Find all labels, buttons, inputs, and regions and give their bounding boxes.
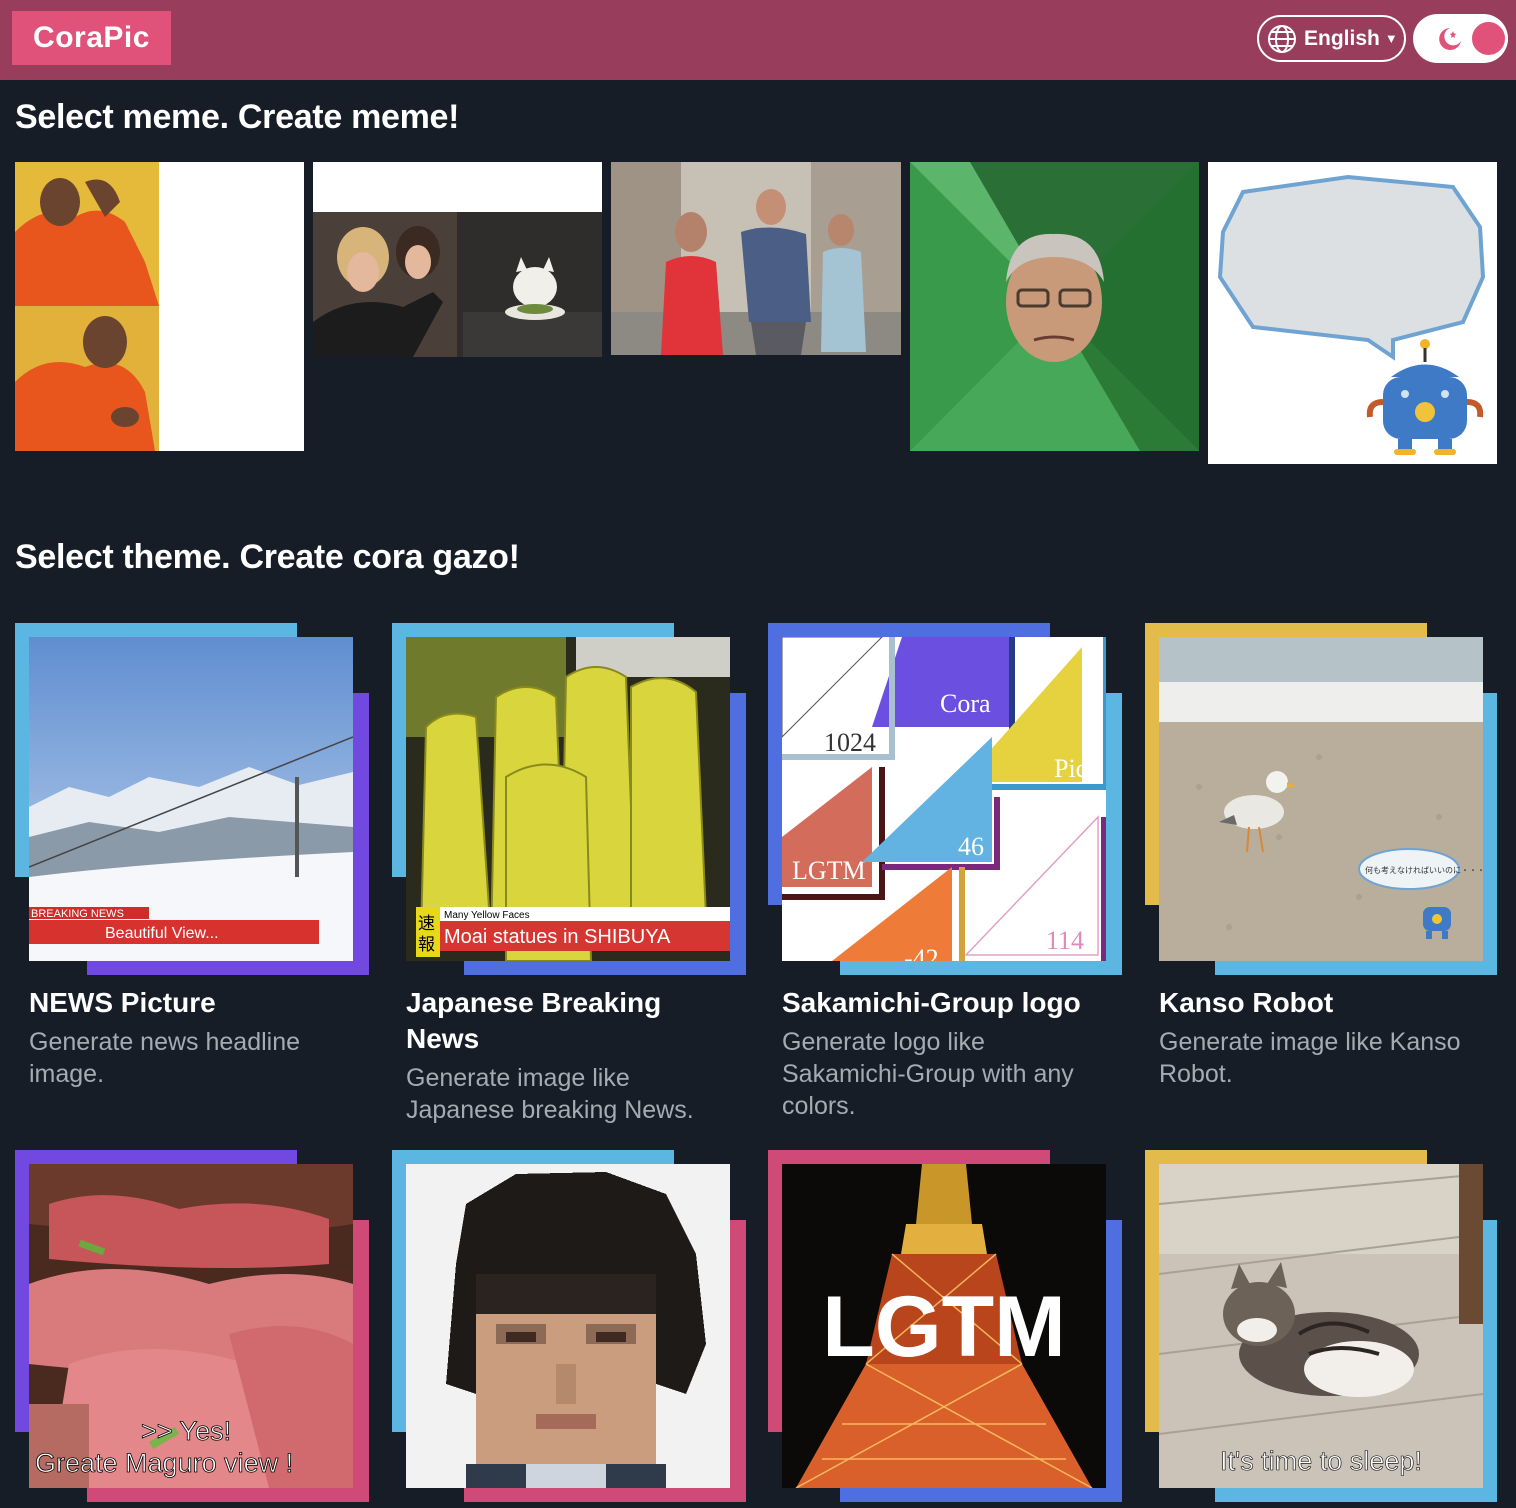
logo-text-pic: Pic [1054, 754, 1087, 783]
logo-text-1024: 1024 [824, 728, 876, 757]
meme-section-title: Select meme. Create meme! [15, 98, 460, 136]
theme-section-title: Select theme. Create cora gazo! [15, 538, 520, 576]
card-title: Japanese Breaking News [406, 987, 662, 1054]
dark-mode-toggle[interactable] [1413, 14, 1508, 63]
language-selector[interactable]: English ▼ [1257, 15, 1406, 62]
theme-card-kanso-robot[interactable]: 何も考えなければいいのに・・・ Kanso Robot Generate ima… [1145, 623, 1499, 1093]
robot-bubble-text: 何も考えなければいいのに・・・ [1365, 865, 1483, 875]
theme-card-japanese-breaking-news[interactable]: 速 報 Many Yellow Faces Moai statues in SH… [392, 623, 746, 1124]
japanese-breaking-news-thumbnail: 速 報 Many Yellow Faces Moai statues in SH… [406, 637, 730, 961]
globe-icon [1268, 24, 1296, 53]
sakamichi-logo-thumbnail: Cora 1024 Pic LGTM 46 -42 114 [782, 637, 1106, 961]
kanso-robot-thumbnail: 何も考えなければいいのに・・・ [1159, 637, 1483, 961]
card-description: Generate logo like Sakamichi-Group with … [782, 1028, 1074, 1120]
distracted-boyfriend-image [611, 162, 901, 355]
news-main-banner: Beautiful View... [105, 925, 219, 942]
meme-tile-drake[interactable] [15, 162, 304, 451]
card-title: NEWS Picture [29, 987, 216, 1018]
theme-card-lgtm[interactable]: LGTM [768, 1150, 1122, 1508]
breaking-small-banner: Many Yellow Faces [444, 910, 530, 921]
news-picture-thumbnail: BREAKING NEWS Beautiful View... [29, 637, 353, 961]
asian-father-image [910, 162, 1199, 451]
maguro-caption-line1: >> Yes! [141, 1416, 231, 1446]
toggle-knob [1469, 19, 1508, 58]
maguro-caption-line2: Greate Maguro view ! [35, 1448, 293, 1478]
lgtm-thumbnail: LGTM [782, 1164, 1106, 1488]
card-description: Generate image like Japanese breaking Ne… [406, 1064, 694, 1124]
sleep-cat-thumbnail: It's time to sleep! [1159, 1164, 1483, 1488]
card-title: Kanso Robot [1159, 987, 1334, 1018]
theme-card-sleep-cat[interactable]: It's time to sleep! [1145, 1150, 1499, 1508]
card-title: Sakamichi-Group logo [782, 987, 1081, 1018]
breaking-badge: 速 [418, 914, 435, 934]
logo-text-minus42: -42 [904, 944, 939, 961]
language-label: English [1304, 26, 1380, 50]
woman-yelling-cat-image [313, 162, 602, 357]
meme-tile-distracted-boyfriend[interactable] [611, 162, 901, 355]
logo-text-cora: Cora [940, 689, 991, 718]
card-description: Generate image like Kanso Robot. [1159, 1028, 1461, 1088]
theme-card-maguro[interactable]: >> Yes! Greate Maguro view ! [15, 1150, 369, 1508]
kanso-robot-bubble-image [1217, 174, 1486, 455]
moon-star-icon [1439, 28, 1461, 50]
lgtm-big-text: LGTM [822, 1279, 1066, 1375]
card-description: Generate news headline image. [29, 1028, 301, 1088]
theme-card-news-picture[interactable]: BREAKING NEWS Beautiful View... NEWS Pic… [15, 623, 369, 1093]
meme-tile-kanso-robot[interactable] [1208, 162, 1497, 464]
top-header: CoraPic English ▼ [0, 0, 1516, 80]
app-logo[interactable]: CoraPic [12, 11, 171, 65]
maguro-thumbnail: >> Yes! Greate Maguro view ! [29, 1164, 353, 1488]
news-small-banner: BREAKING NEWS [31, 908, 124, 920]
meme-tile-asian-father[interactable] [910, 162, 1199, 451]
mosaic-face-thumbnail [406, 1164, 730, 1488]
meme-tile-woman-yelling-cat[interactable] [313, 162, 602, 357]
caret-down-icon: ▼ [1384, 31, 1398, 46]
cat-caption: It's time to sleep! [1220, 1446, 1422, 1476]
breaking-main-banner: Moai statues in SHIBUYA [444, 926, 671, 948]
theme-card-sakamichi-logo[interactable]: Cora 1024 Pic LGTM 46 -42 114 Sakamichi-… [768, 623, 1122, 1123]
svg-text:報: 報 [418, 935, 435, 955]
logo-text-46: 46 [958, 832, 984, 861]
logo-text-114: 114 [1046, 926, 1084, 955]
logo-text-lgtm: LGTM [792, 856, 866, 885]
theme-card-mosaic[interactable] [392, 1150, 746, 1508]
drake-meme-image [15, 162, 304, 451]
